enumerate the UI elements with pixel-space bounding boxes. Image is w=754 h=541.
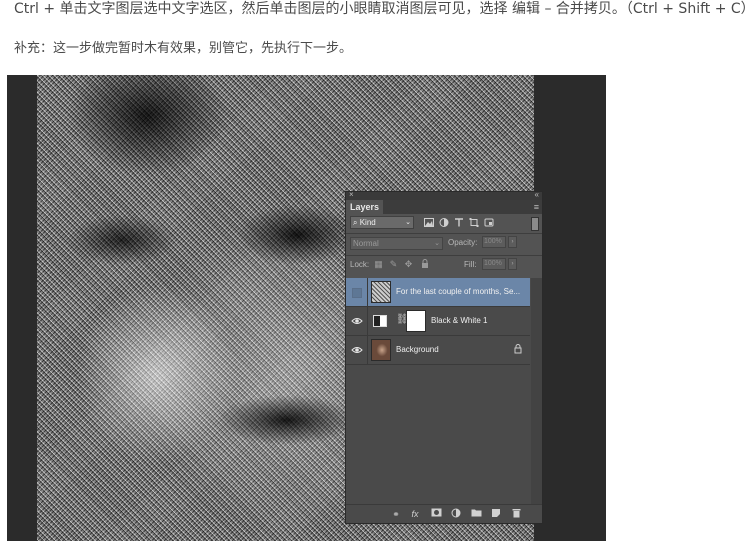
fx-icon[interactable]: fx	[409, 508, 421, 520]
layer-row-background[interactable]: Background	[346, 336, 530, 365]
lock-label: Lock:	[350, 260, 370, 269]
panel-menu-icon[interactable]: ≡	[534, 200, 539, 214]
lock-position-icon[interactable]: ✥	[404, 259, 413, 269]
type-filter-icon[interactable]	[454, 218, 464, 227]
layer-thumbnail	[371, 281, 391, 303]
blend-mode-select[interactable]: Normal ⌄	[350, 237, 443, 250]
lock-row: Lock: ▦ ✎ ✥ Fill: 100% ›	[346, 258, 542, 274]
filter-row: ⌕ Kind ⌄	[346, 216, 542, 232]
add-mask-icon[interactable]	[430, 508, 442, 520]
new-layer-icon[interactable]	[490, 508, 502, 520]
layer-mask-thumbnail[interactable]	[406, 310, 426, 332]
adjustment-layer-icon	[373, 315, 387, 327]
eye-icon[interactable]	[351, 315, 363, 327]
layers-panel: × « Layers ≡ ⌕ Kind ⌄ Normal ⌄ Opacity: …	[345, 190, 543, 524]
opacity-label: Opacity:	[448, 238, 478, 247]
layer-name[interactable]: Background	[396, 336, 506, 364]
filter-toggle-switch[interactable]	[531, 217, 539, 231]
adjustment-filter-icon[interactable]	[439, 218, 449, 227]
layer-name[interactable]: For the last couple of months, Se...	[396, 278, 526, 306]
collapse-icon[interactable]: «	[535, 190, 539, 199]
layer-row-adjustment[interactable]: ⛓ Black & White 1	[346, 307, 530, 336]
visibility-toggle-off[interactable]	[352, 288, 362, 298]
kind-filter-select[interactable]: ⌕ Kind ⌄	[350, 216, 414, 229]
eye-icon[interactable]	[351, 344, 363, 356]
layer-thumbnail	[371, 339, 391, 361]
new-fill-adjustment-icon[interactable]	[450, 508, 462, 520]
shape-filter-icon[interactable]	[469, 218, 479, 227]
search-icon: ⌕	[353, 218, 358, 227]
scrollbar[interactable]	[531, 278, 542, 505]
delete-layer-icon[interactable]	[510, 508, 522, 520]
panel-footer: ⚭ fx	[346, 504, 542, 523]
fill-dropdown-arrow[interactable]: ›	[508, 258, 517, 270]
divider	[367, 336, 368, 365]
panel-tabs: Layers ≡	[346, 200, 542, 214]
opacity-dropdown-arrow[interactable]: ›	[508, 236, 517, 248]
close-icon[interactable]: ×	[349, 190, 354, 199]
lock-transparent-pixels-icon[interactable]: ▦	[374, 259, 383, 269]
link-layers-icon[interactable]: ⚭	[390, 508, 402, 520]
lock-all-icon[interactable]	[420, 259, 429, 269]
instruction-text: Ctrl + 单击文字图层选中文字选区，然后单击图层的小眼睛取消图层可见，选择 …	[14, 1, 754, 17]
fill-field[interactable]: 100%	[482, 258, 506, 270]
divider	[367, 307, 368, 336]
image-filter-icon[interactable]	[424, 218, 434, 227]
new-group-icon[interactable]	[470, 508, 482, 520]
lock-icon	[514, 344, 522, 356]
chevron-down-icon: ⌄	[405, 219, 411, 226]
note-text: 补充：这一步做完暂时木有效果，别管它，先执行下一步。	[14, 41, 353, 56]
fill-label: Fill:	[464, 260, 477, 269]
blend-mode-value: Normal	[353, 239, 379, 248]
smart-object-filter-icon[interactable]	[484, 218, 494, 227]
layer-name[interactable]: Black & White 1	[431, 307, 526, 335]
opacity-field[interactable]: 100%	[482, 236, 506, 248]
layer-row-text[interactable]: For the last couple of months, Se...	[346, 278, 530, 307]
layers-list: For the last couple of months, Se... ⛓ B…	[346, 278, 542, 505]
panel-title-bar: × «	[346, 190, 542, 200]
divider	[346, 233, 542, 234]
chevron-down-icon: ⌄	[434, 240, 440, 247]
kind-filter-label: Kind	[359, 218, 376, 227]
divider	[367, 278, 368, 307]
tab-layers[interactable]: Layers	[346, 200, 384, 214]
lock-image-pixels-icon[interactable]: ✎	[389, 259, 398, 269]
divider	[346, 255, 542, 256]
blend-row: Normal ⌄ Opacity: 100% ›	[346, 236, 542, 252]
